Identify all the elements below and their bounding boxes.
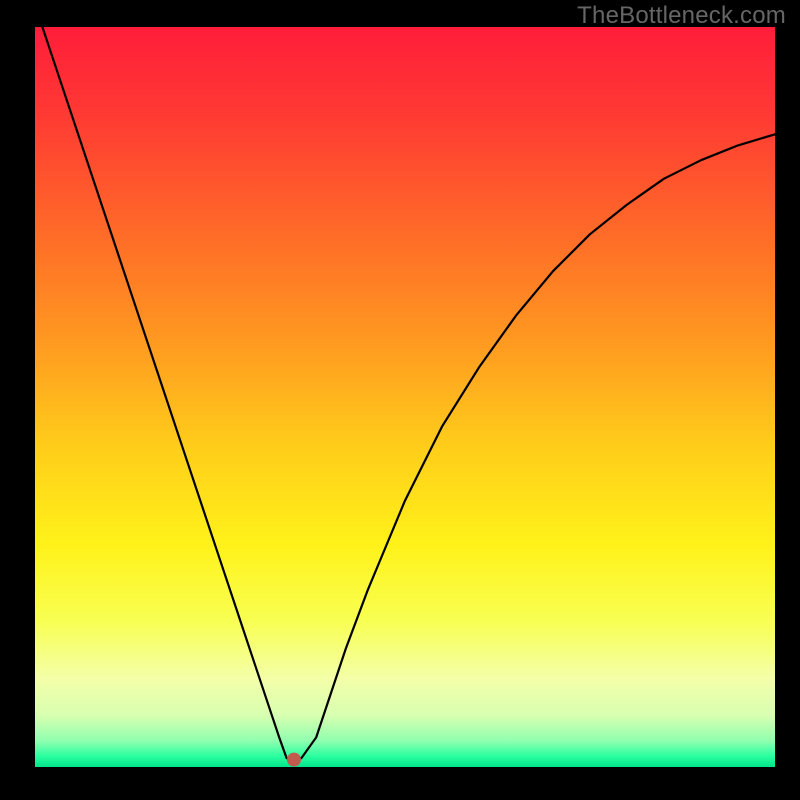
chart-frame: TheBottleneck.com [0, 0, 800, 800]
watermark-text: TheBottleneck.com [577, 2, 786, 30]
gradient-background [35, 27, 775, 767]
plot-area [35, 27, 775, 767]
optimal-point-marker [287, 753, 301, 767]
chart-svg [35, 27, 775, 767]
